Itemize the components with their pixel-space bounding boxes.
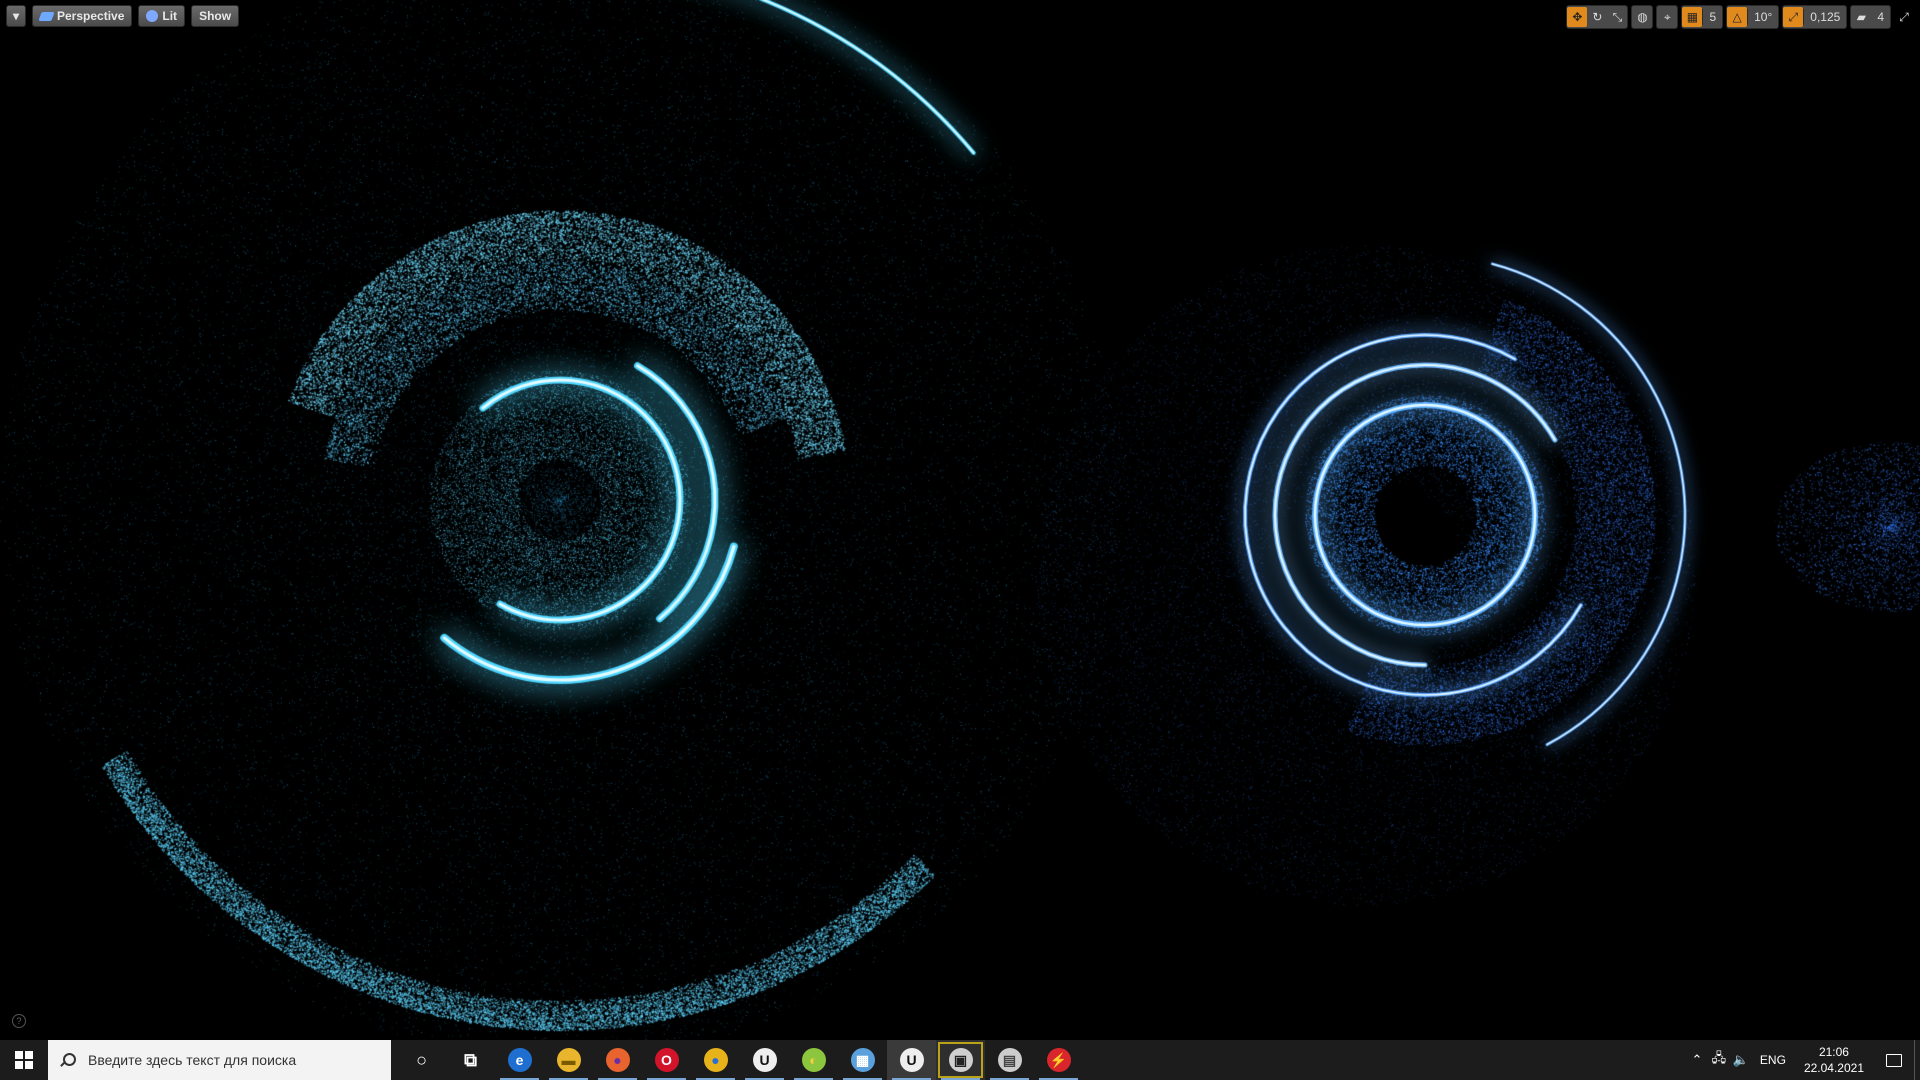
- perspective-button[interactable]: Perspective: [32, 5, 133, 27]
- network-icon[interactable]: 🖧: [1708, 1040, 1730, 1080]
- language-indicator[interactable]: ENG: [1752, 1053, 1794, 1067]
- chevron-up-icon[interactable]: ⌃: [1686, 1040, 1708, 1080]
- taskbar-app[interactable]: U: [887, 1040, 936, 1080]
- scale-mode-icon[interactable]: ⤡: [1607, 7, 1627, 27]
- grid-snap-group: ▦ 5: [1681, 5, 1724, 29]
- rotation-snap-group: △ 10°: [1726, 5, 1780, 29]
- level-viewport[interactable]: ▾ Perspective Lit Show ✥ ↻ ⤡ ◍ ⌖ ▦ 5 △ 1…: [0, 0, 1920, 1040]
- taskbar-app[interactable]: ▣: [936, 1040, 985, 1080]
- notification-icon: [1886, 1053, 1902, 1067]
- viewport-transform-toolbar: ✥ ↻ ⤡ ◍ ⌖ ▦ 5 △ 10° ⤢ 0,125 ▰ 4 ⤢: [1566, 5, 1914, 29]
- world-coordinates-icon[interactable]: ◍: [1632, 7, 1652, 27]
- unreal-editor-icon: U: [899, 1048, 924, 1072]
- calculator-icon: ▦: [850, 1048, 875, 1072]
- particle-scene: [0, 0, 1920, 1040]
- show-button[interactable]: Show: [191, 5, 240, 27]
- cortana-icon: ○: [409, 1048, 434, 1072]
- camera-speed-value[interactable]: 4: [1871, 10, 1890, 24]
- taskbar-app[interactable]: U: [740, 1040, 789, 1080]
- chevron-down-icon: ▾: [12, 9, 20, 23]
- show-desktop-button[interactable]: [1914, 1040, 1920, 1080]
- lit-label: Lit: [162, 9, 178, 23]
- rotation-snap-icon[interactable]: △: [1727, 7, 1748, 27]
- viewport-toolbar: ▾ Perspective Lit Show: [6, 5, 240, 27]
- clock-time: 21:06: [1818, 1045, 1849, 1059]
- surface-snapping-icon[interactable]: ⌖: [1657, 7, 1677, 27]
- film-app-icon: ▣: [948, 1048, 973, 1072]
- flash-app-icon: ⚡: [1046, 1048, 1071, 1072]
- unreal-engine-icon: U: [752, 1048, 777, 1072]
- taskbar-app[interactable]: O: [642, 1040, 691, 1080]
- start-button[interactable]: [0, 1040, 48, 1080]
- taskbar-app[interactable]: ●: [691, 1040, 740, 1080]
- show-label: Show: [199, 9, 232, 23]
- notifications-button[interactable]: [1874, 1040, 1914, 1080]
- taskbar-app[interactable]: ▦: [838, 1040, 887, 1080]
- rotate-mode-icon[interactable]: ↻: [1587, 7, 1607, 27]
- search-icon: [60, 1053, 76, 1067]
- taskbar-app[interactable]: ○: [397, 1040, 446, 1080]
- perspective-icon: [38, 11, 55, 21]
- translate-mode-icon[interactable]: ✥: [1567, 7, 1588, 27]
- firefox-icon: ●: [605, 1048, 630, 1072]
- taskbar-app[interactable]: ▬: [544, 1040, 593, 1080]
- search-placeholder: Введите здесь текст для поиска: [88, 1052, 297, 1068]
- opera-icon: O: [654, 1048, 679, 1072]
- lit-button[interactable]: Lit: [138, 5, 186, 27]
- grid-snap-value[interactable]: 5: [1703, 10, 1722, 24]
- volume-icon[interactable]: 🔈: [1730, 1040, 1752, 1080]
- grid-snap-icon[interactable]: ▦: [1682, 7, 1703, 27]
- taskbar-app[interactable]: ●: [593, 1040, 642, 1080]
- task-view-icon: ⧉: [458, 1048, 483, 1072]
- taskbar-apps: ○ ⧉ e ▬ ● O ● U ◐ ▦ U ▣ ▤ ⚡: [397, 1040, 1083, 1080]
- app-icon: ◐: [801, 1048, 826, 1072]
- camera-speed-icon[interactable]: ▰: [1851, 7, 1871, 27]
- viewport-options-button[interactable]: ▾: [6, 5, 26, 27]
- rotation-snap-value[interactable]: 10°: [1748, 10, 1778, 24]
- taskbar-app[interactable]: ◐: [789, 1040, 838, 1080]
- clock-date: 22.04.2021: [1803, 1061, 1864, 1075]
- taskbar-app[interactable]: ⚡: [1034, 1040, 1083, 1080]
- taskbar-app[interactable]: ▤: [985, 1040, 1034, 1080]
- edge-icon: e: [507, 1048, 532, 1072]
- maximize-viewport-icon[interactable]: ⤢: [1894, 7, 1914, 27]
- transform-mode-group: ✥ ↻ ⤡: [1566, 5, 1629, 29]
- taskbar-app[interactable]: e: [495, 1040, 544, 1080]
- camera-speed-group: ▰ 4: [1850, 5, 1891, 29]
- perspective-label: Perspective: [57, 9, 125, 23]
- surface-snap-group: ⌖: [1656, 5, 1679, 29]
- windows-logo-icon: [15, 1051, 33, 1069]
- chrome-icon: ●: [703, 1048, 728, 1072]
- scale-snap-icon[interactable]: ⤢: [1783, 7, 1804, 27]
- system-tray: ⌃ 🖧 🔈 ENG 21:06 22.04.2021: [1686, 1040, 1920, 1080]
- coordinate-system-group: ◍: [1631, 5, 1654, 29]
- scale-snap-value[interactable]: 0,125: [1804, 10, 1846, 24]
- search-box[interactable]: Введите здесь текст для поиска: [48, 1040, 391, 1080]
- help-icon[interactable]: ?: [12, 1014, 26, 1028]
- lit-sphere-icon: [146, 10, 159, 22]
- windows-taskbar: Введите здесь текст для поиска ○ ⧉ e ▬ ● O ● U ◐…: [0, 1040, 1920, 1080]
- clock[interactable]: 21:06 22.04.2021: [1794, 1044, 1874, 1076]
- file-explorer-icon: ▬: [556, 1048, 581, 1072]
- taskbar-app[interactable]: ⧉: [446, 1040, 495, 1080]
- printer-icon: ▤: [997, 1048, 1022, 1072]
- scale-snap-group: ⤢ 0,125: [1782, 5, 1848, 29]
